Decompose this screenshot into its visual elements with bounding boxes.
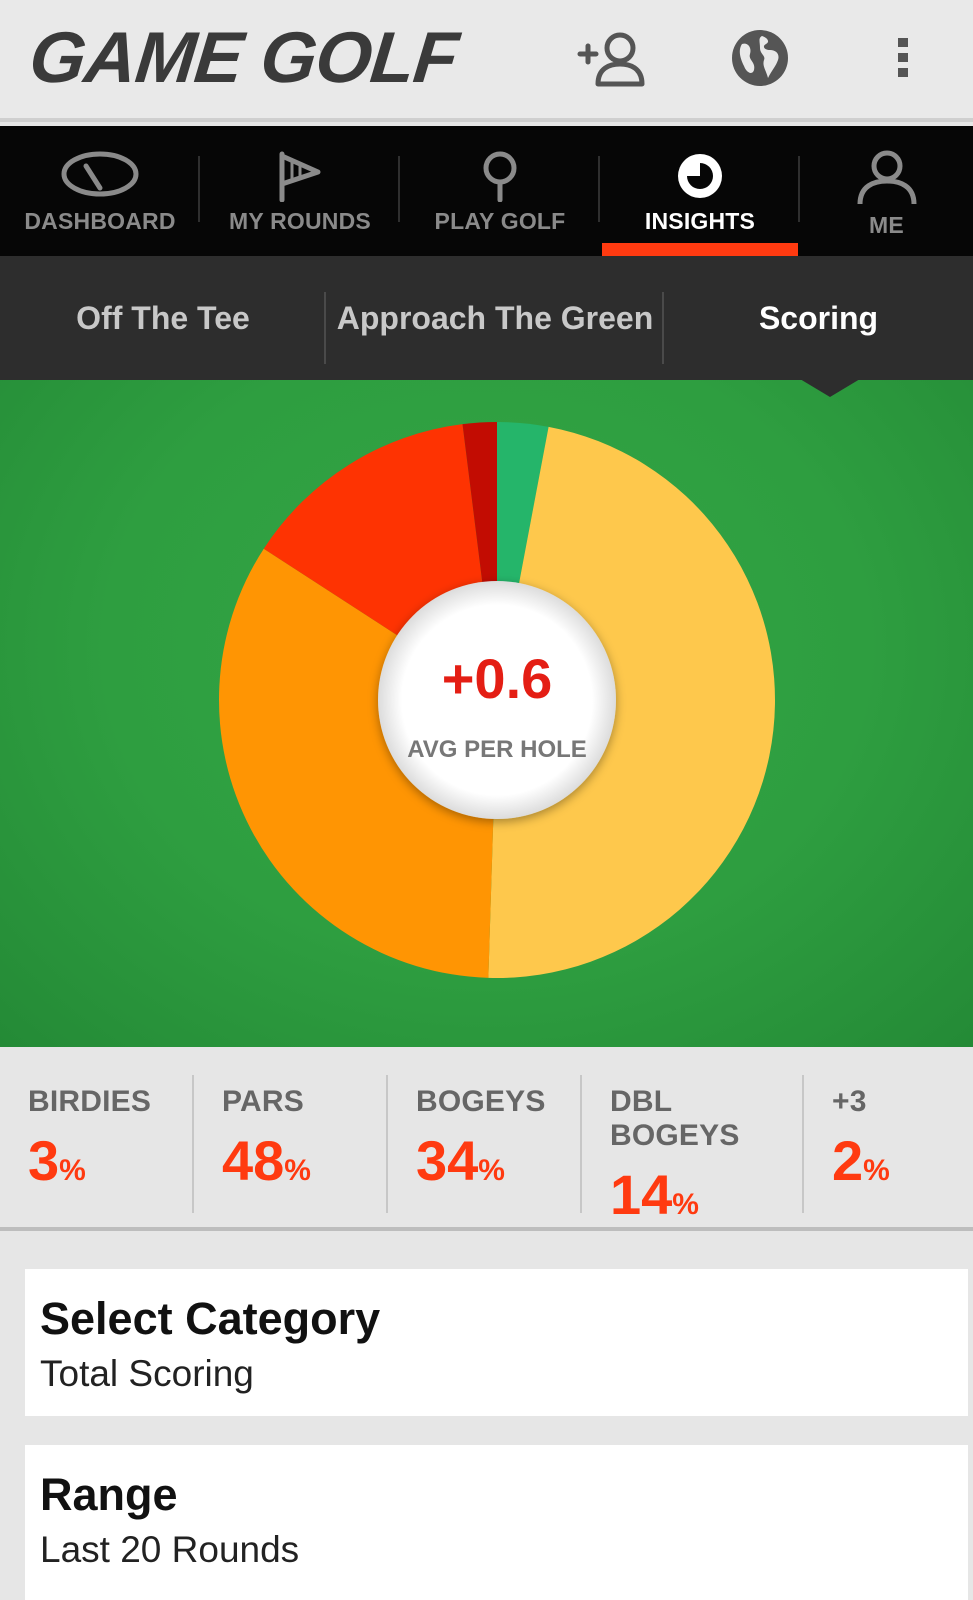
pie-chart-icon [678, 154, 722, 198]
stat-birdies: BIRDIES 3% [0, 1047, 194, 1227]
nav-me[interactable]: ME [800, 126, 973, 256]
main-nav: DASHBOARD MY ROUNDS PLAY GOLF INSIGHTS M… [0, 126, 973, 256]
range-card[interactable]: Range Last 20 Rounds [25, 1445, 968, 1600]
tab-label: Scoring [758, 299, 879, 336]
select-category-title: Select Category [40, 1293, 381, 1344]
stat-pars: PARS 48% [194, 1047, 388, 1227]
tab-scoring[interactable]: Scoring [664, 256, 973, 380]
nav-label: ME [869, 212, 904, 238]
stat-label: +3 [832, 1085, 867, 1118]
stat-value: 48% [222, 1129, 311, 1192]
tab-label: Off The Tee [76, 299, 250, 336]
stat-value: 14% [610, 1163, 699, 1226]
nav-insights[interactable]: INSIGHTS [600, 126, 800, 256]
nav-dashboard[interactable]: DASHBOARD [0, 126, 200, 256]
stat-label: BIRDIES [28, 1085, 152, 1118]
stat-value: 3% [28, 1129, 86, 1192]
tab-off-the-tee[interactable]: Off The Tee [0, 256, 326, 380]
select-category-card[interactable]: Select Category Total Scoring [25, 1269, 968, 1416]
app-header: GAME GOLF [0, 0, 973, 122]
nav-label: DASHBOARD [24, 208, 176, 234]
app-logo: GAME GOLF [25, 18, 462, 98]
add-friend-icon[interactable] [576, 26, 656, 90]
stat-bogeys: BOGEYS 34% [388, 1047, 582, 1227]
nav-my-rounds[interactable]: MY ROUNDS [200, 126, 400, 256]
tab-label: Approach The Green [336, 299, 654, 336]
nav-label: MY ROUNDS [229, 208, 371, 234]
overflow-menu-icon[interactable] [863, 26, 943, 90]
stat-plus-three: +3 2% [804, 1047, 973, 1227]
active-tab-notch [800, 379, 860, 397]
stat-dbl-bogeys: DBL BOGEYS 14% [582, 1047, 804, 1227]
flag-icon [279, 151, 321, 202]
active-indicator [602, 243, 798, 256]
scoring-donut-chart: +0.6 AVG PER HOLE [219, 422, 775, 978]
person-icon [857, 150, 916, 205]
gauge-icon [61, 151, 139, 197]
scoring-chart-panel: +0.6 AVG PER HOLE [0, 380, 973, 1047]
tab-approach-the-green[interactable]: Approach The Green [326, 256, 664, 380]
nav-label: PLAY GOLF [434, 208, 566, 234]
stat-value: 2% [832, 1129, 890, 1192]
nav-label: INSIGHTS [644, 208, 756, 234]
avg-per-hole-value: +0.6 [442, 647, 553, 710]
score-breakdown: BIRDIES 3% PARS 48% BOGEYS 34% DBL BOGEY… [0, 1047, 973, 1231]
insight-tabs: Off The Tee Approach The Green Scoring [0, 256, 973, 380]
select-category-value: Total Scoring [40, 1353, 254, 1394]
pin-icon [483, 151, 517, 202]
stat-label: BOGEYS [416, 1085, 546, 1118]
range-title: Range [40, 1469, 178, 1520]
stat-value: 34% [416, 1129, 505, 1192]
globe-icon[interactable] [720, 26, 800, 90]
avg-per-hole-label: AVG PER HOLE [407, 736, 587, 763]
stat-label: DBL BOGEYS [610, 1085, 740, 1152]
range-value: Last 20 Rounds [40, 1529, 300, 1570]
stat-label: PARS [222, 1085, 304, 1118]
nav-play-golf[interactable]: PLAY GOLF [400, 126, 600, 256]
